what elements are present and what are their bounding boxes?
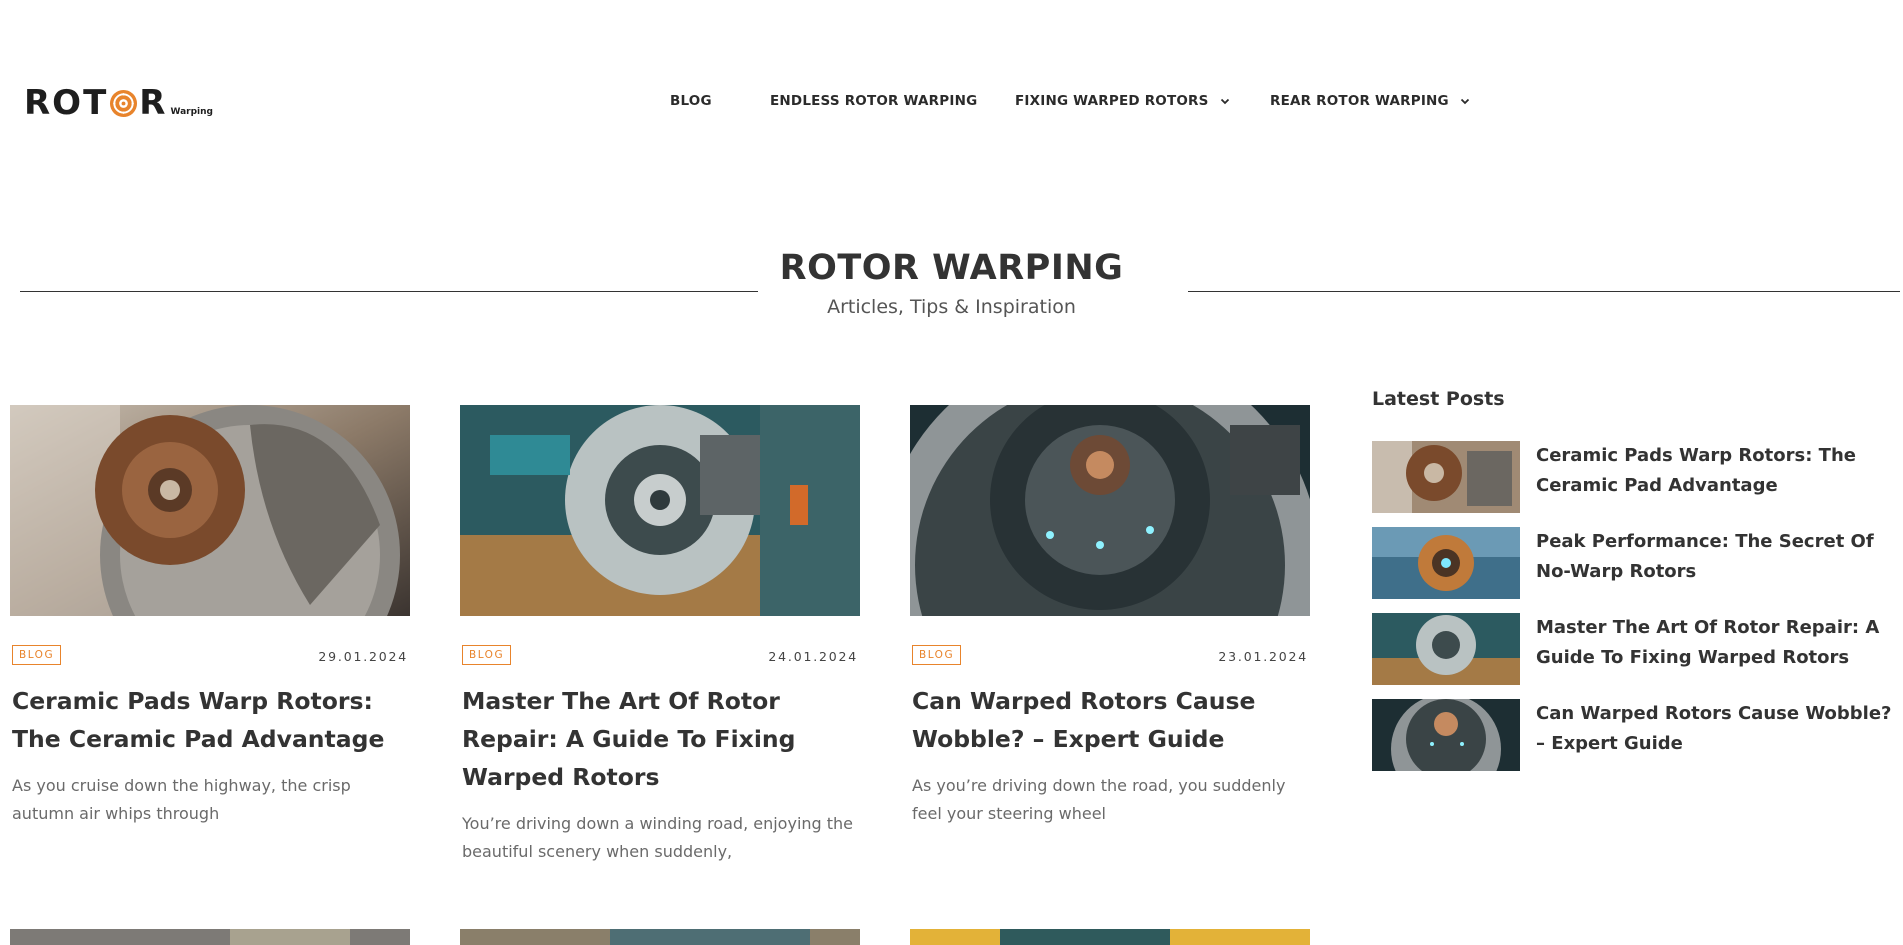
post-thumbnail-image[interactable]: [910, 405, 1310, 616]
category-badge[interactable]: BLOG: [12, 645, 62, 665]
category-badge[interactable]: BLOG: [912, 645, 962, 665]
nav-item-rear-rotor-warping[interactable]: REAR ROTOR WARPING: [1270, 93, 1471, 109]
widget-title: Latest Posts: [1372, 388, 1505, 410]
post-excerpt: As you cruise down the highway, the cris…: [12, 776, 351, 823]
latest-post-item[interactable]: Can Warped Rotors Cause Wobble? – Expert…: [1372, 699, 1892, 771]
page-subtitle: Articles, Tips & Inspiration: [827, 296, 1076, 318]
post-date: 29.01.2024: [318, 649, 408, 664]
latest-post-thumbnail[interactable]: [1372, 699, 1520, 771]
post-thumbnail-image[interactable]: [460, 405, 860, 616]
latest-post-item[interactable]: Master The Art Of Rotor Repair: A Guide …: [1372, 613, 1892, 685]
nav-item-label: FIXING WARPED ROTORS: [1015, 93, 1209, 109]
hero-divider-right: [1188, 291, 1900, 292]
latest-post-item[interactable]: Peak Performance: The Secret Of No-Warp …: [1372, 527, 1892, 599]
chevron-down-icon: [1220, 98, 1229, 105]
nav-item-endless-rotor-warping[interactable]: ENDLESS ROTOR WARPING: [770, 93, 977, 109]
post-title[interactable]: Master The Art Of Rotor Repair: A Guide …: [462, 682, 860, 796]
post-card: BLOG 29.01.2024 Ceramic Pads Warp Rotors…: [10, 405, 410, 828]
post-excerpt: You’re driving down a winding road, enjo…: [462, 814, 854, 861]
post-title[interactable]: Can Warped Rotors Cause Wobble? – Expert…: [912, 682, 1310, 758]
nav-item-label: BLOG: [670, 93, 712, 109]
latest-post-title[interactable]: Ceramic Pads Warp Rotors: The Ceramic Pa…: [1536, 441, 1896, 501]
nav-item-fixing-warped-rotors[interactable]: FIXING WARPED ROTORS: [1015, 93, 1231, 109]
page-title: ROTOR WARPING: [779, 248, 1124, 288]
main-nav: BLOG ENDLESS ROTOR WARPING FIXING WARPED…: [0, 93, 1903, 113]
nav-item-label: ENDLESS ROTOR WARPING: [770, 93, 978, 109]
nav-item-blog[interactable]: BLOG: [670, 93, 712, 109]
chevron-down-icon: [1460, 98, 1469, 105]
nav-item-label: REAR ROTOR WARPING: [1270, 93, 1449, 109]
post-meta: BLOG 29.01.2024: [10, 645, 410, 675]
site-header: ROT R Warping BLOG ENDLESS ROTOR WARPING…: [0, 0, 1903, 150]
latest-post-thumbnail[interactable]: [1372, 527, 1520, 599]
post-thumbnail-image[interactable]: [460, 929, 860, 945]
category-badge[interactable]: BLOG: [462, 645, 512, 665]
post-meta: BLOG 24.01.2024: [460, 645, 860, 675]
post-date: 23.01.2024: [1218, 649, 1308, 664]
latest-posts-widget: Latest Posts Ceramic Pads Warp Rotors: T…: [1372, 388, 1892, 771]
post-title[interactable]: Ceramic Pads Warp Rotors: The Ceramic Pa…: [12, 682, 410, 758]
latest-post-thumbnail[interactable]: [1372, 441, 1520, 513]
post-card: BLOG 23.01.2024 Can Warped Rotors Cause …: [910, 405, 1310, 828]
latest-post-thumbnail[interactable]: [1372, 613, 1520, 685]
post-meta: BLOG 23.01.2024: [910, 645, 1310, 675]
latest-post-title[interactable]: Master The Art Of Rotor Repair: A Guide …: [1536, 613, 1896, 673]
post-card: BLOG 24.01.2024 Master The Art Of Rotor …: [460, 405, 860, 866]
hero-divider-left: [20, 291, 758, 292]
latest-post-item[interactable]: Ceramic Pads Warp Rotors: The Ceramic Pa…: [1372, 441, 1892, 513]
post-date: 24.01.2024: [768, 649, 858, 664]
post-thumbnail-image[interactable]: [910, 929, 1310, 945]
post-excerpt: As you’re driving down the road, you sud…: [912, 776, 1286, 823]
latest-post-title[interactable]: Peak Performance: The Secret Of No-Warp …: [1536, 527, 1896, 587]
post-thumbnail-image[interactable]: [10, 929, 410, 945]
post-thumbnail-image[interactable]: [10, 405, 410, 616]
latest-post-title[interactable]: Can Warped Rotors Cause Wobble? – Expert…: [1536, 699, 1896, 759]
